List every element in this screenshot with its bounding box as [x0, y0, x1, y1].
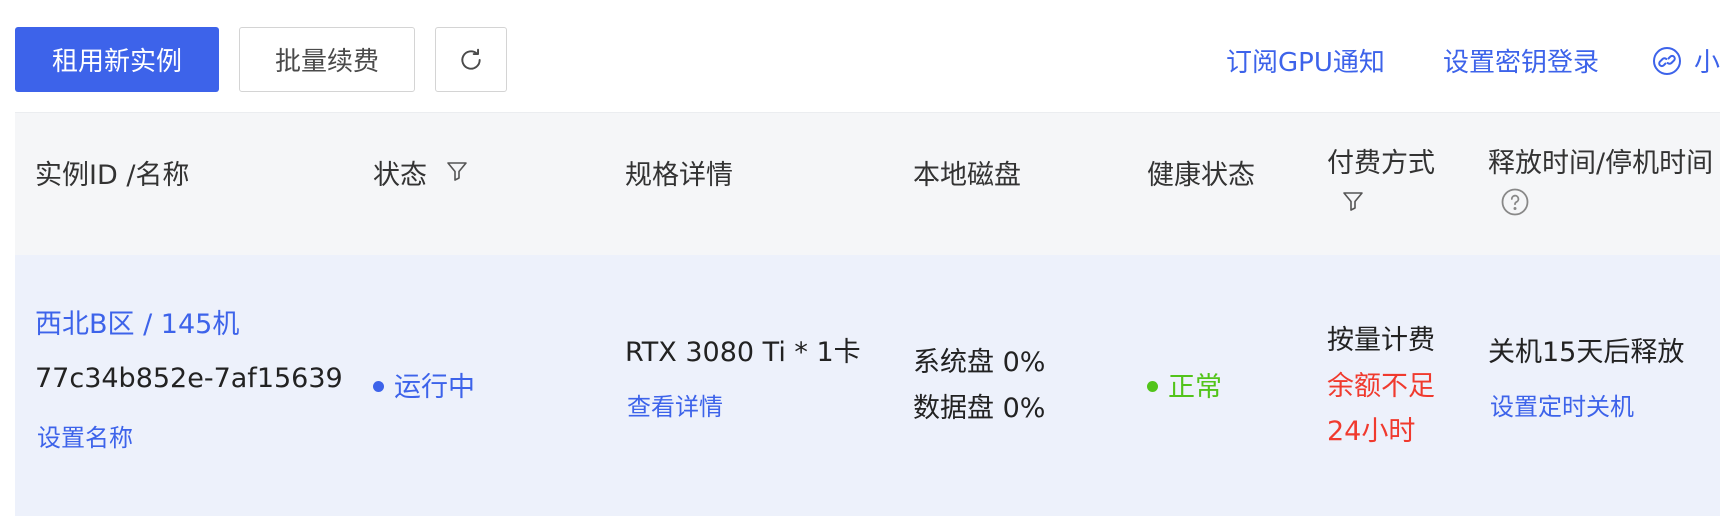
status-badge: 运行中: [373, 365, 475, 404]
header-status: 状态: [373, 160, 427, 191]
subscribe-gpu-notice-link[interactable]: 订阅GPU通知: [1226, 42, 1385, 79]
instance-region-name-link[interactable]: 西北B区 / 145机: [35, 302, 239, 341]
billing-method: 按量计费: [1327, 325, 1435, 356]
view-spec-details-link[interactable]: 查看详情: [627, 387, 723, 422]
table-header: 实例ID /名称 状态 规格详情 本地磁盘 健康状态 付费方式 释放时间/停机时…: [15, 112, 1720, 255]
header-instance: 实例ID /名称: [35, 160, 190, 191]
health-status: 正常: [1147, 365, 1222, 404]
refresh-icon: [461, 48, 481, 70]
data-disk-usage: 数据盘 0%: [913, 393, 1046, 424]
instance-id: 77c34b852e-7af15639: [35, 363, 343, 394]
instance-list-page: 租用新实例 批量续费 订阅GPU通知 设置密钥登录 小 实例ID /名称 状态 …: [0, 0, 1720, 516]
system-disk-usage: 系统盘 0%: [913, 347, 1046, 378]
link-icon: [1653, 46, 1681, 75]
health-text: 正常: [1168, 372, 1222, 403]
health-dot: [1147, 381, 1158, 392]
billing-warning-line2: 24小时: [1327, 416, 1416, 447]
set-scheduled-shutdown-link[interactable]: 设置定时关机: [1490, 387, 1634, 422]
release-time: 关机15天后释放: [1488, 337, 1685, 368]
status-text: 运行中: [394, 372, 475, 403]
header-spec: 规格详情: [625, 160, 733, 191]
billing-filter-icon[interactable]: [1341, 189, 1365, 213]
set-ssh-key-link[interactable]: 设置密钥登录: [1443, 42, 1599, 79]
spec-text: RTX 3080 Ti * 1卡: [625, 337, 861, 368]
rent-new-instance-button[interactable]: 租用新实例: [15, 27, 219, 92]
help-link-label: 小: [1694, 48, 1720, 78]
header-release: 释放时间/停机时间: [1488, 148, 1714, 179]
status-dot: [373, 381, 384, 392]
set-name-link[interactable]: 设置名称: [37, 418, 133, 453]
refresh-button[interactable]: [435, 27, 507, 92]
header-billing: 付费方式: [1327, 148, 1435, 179]
help-link[interactable]: 小: [1652, 42, 1720, 79]
table-row: 西北B区 / 145机 77c34b852e-7af15639 设置名称 运行中…: [15, 255, 1720, 516]
header-disk: 本地磁盘: [913, 160, 1021, 191]
header-health: 健康状态: [1147, 160, 1255, 191]
status-filter-icon[interactable]: [445, 159, 469, 183]
billing-warning-line1: 余额不足: [1327, 371, 1435, 402]
batch-renew-button[interactable]: 批量续费: [239, 27, 415, 92]
question-icon[interactable]: [1500, 187, 1530, 217]
